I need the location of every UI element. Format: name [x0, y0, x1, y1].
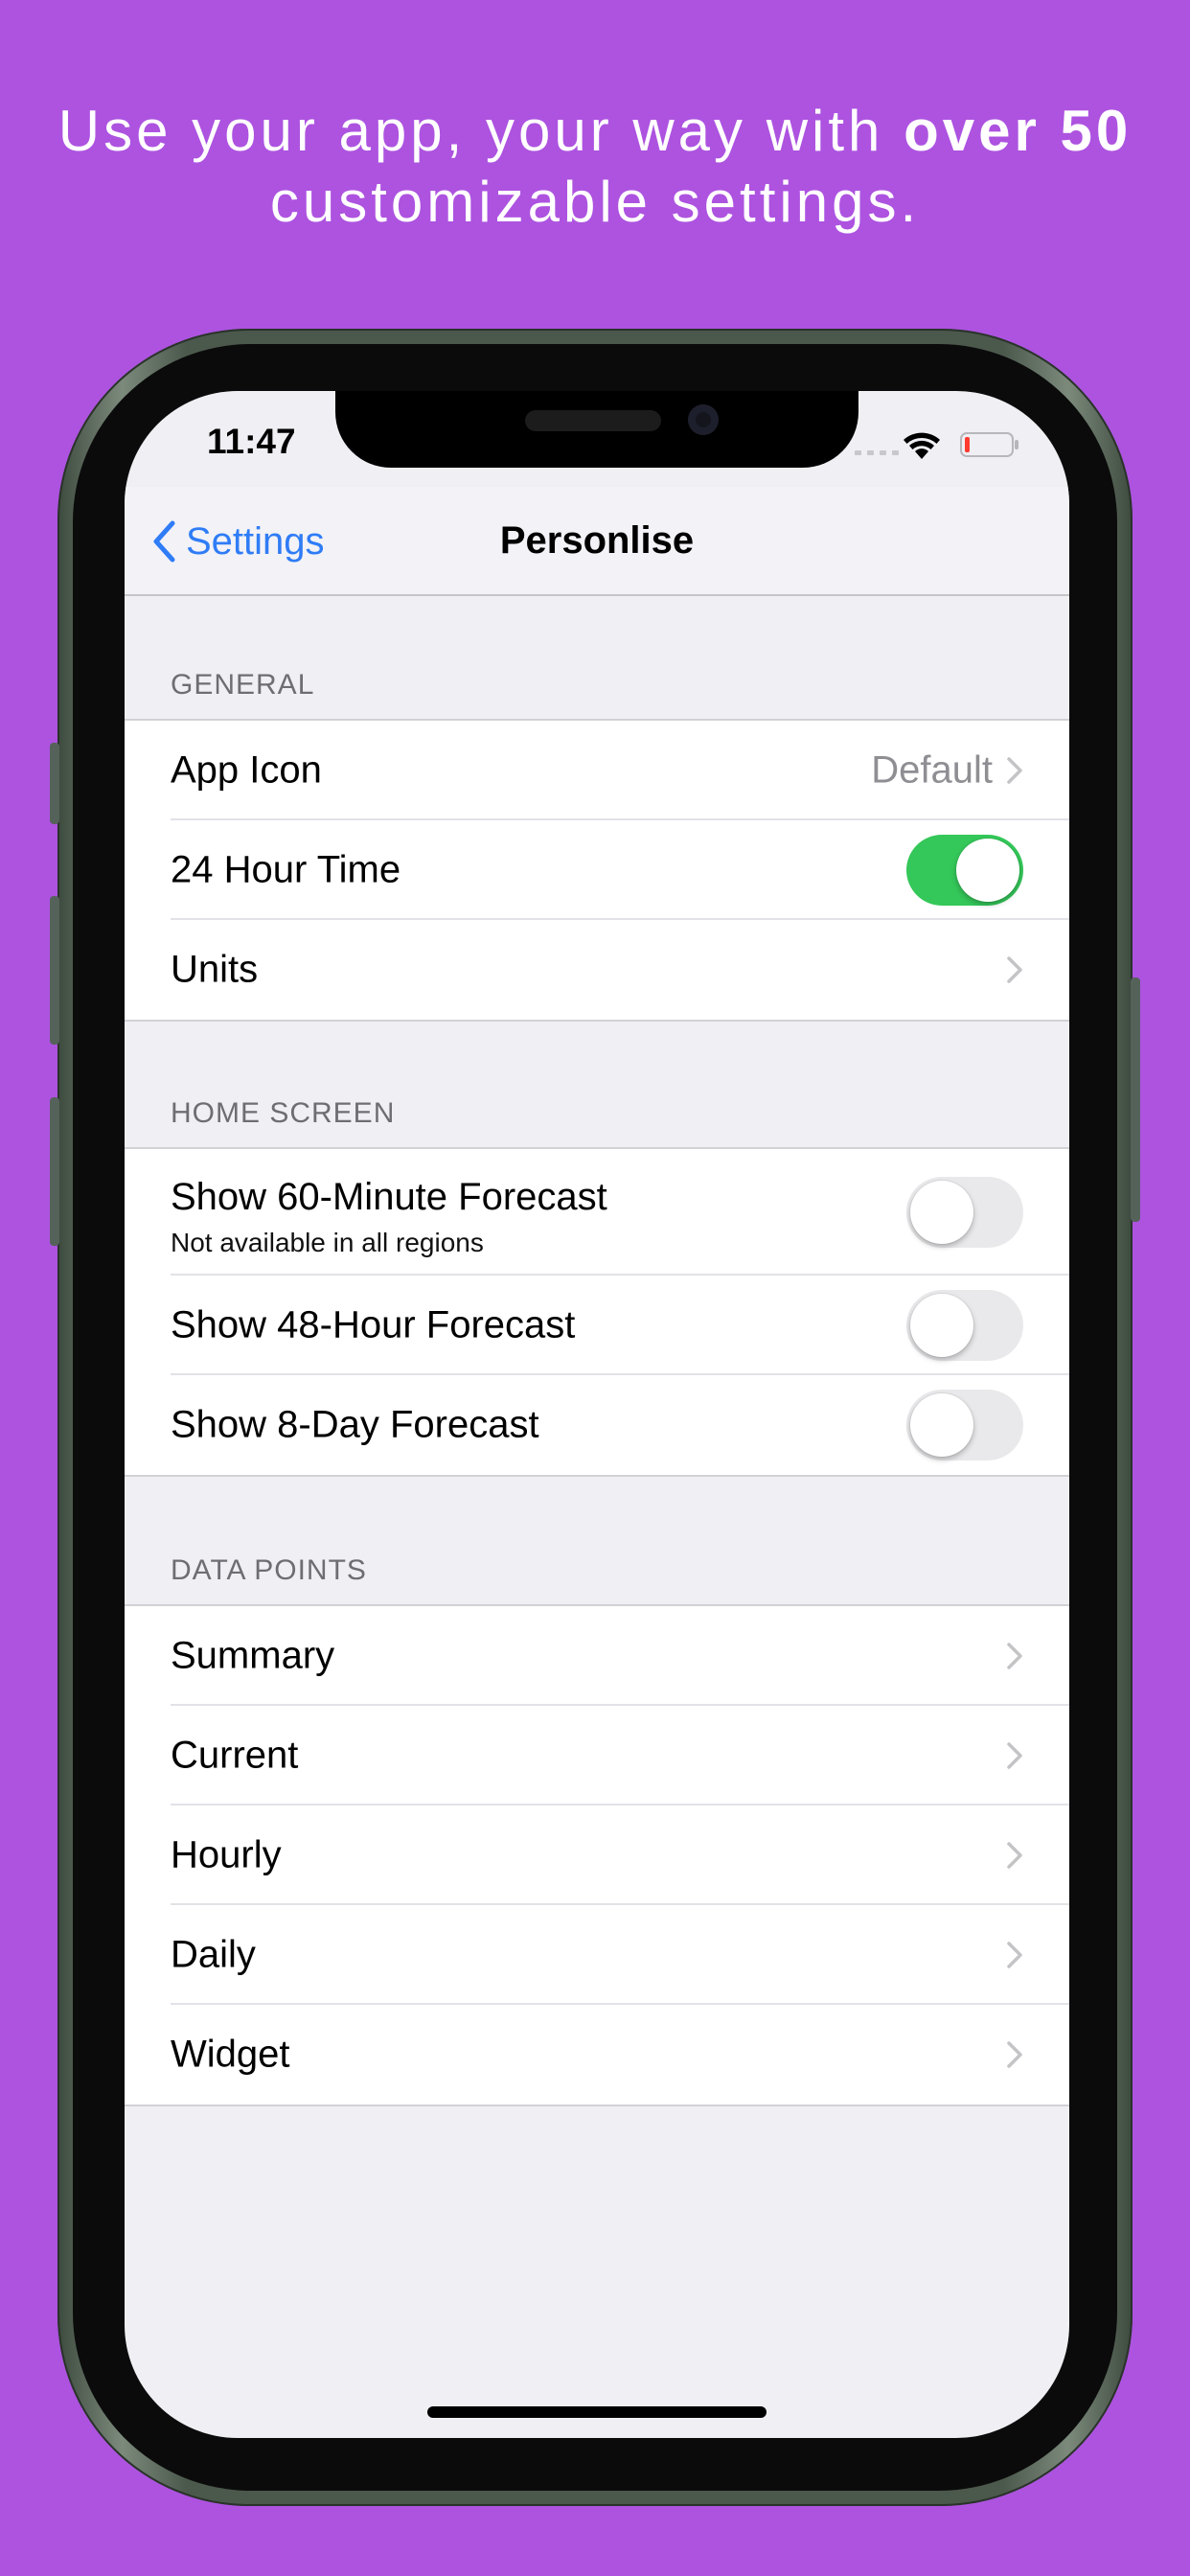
row-label: App Icon [171, 748, 322, 792]
row-current[interactable]: Current [125, 1706, 1069, 1806]
navigation-bar: Settings Personlise [125, 487, 1069, 596]
row-label: Hourly [171, 1833, 282, 1876]
chevron-right-icon [1007, 956, 1022, 983]
row-label: Show 8-Day Forecast [171, 1403, 539, 1446]
power-button [1131, 978, 1140, 1222]
row-8-day-forecast: Show 8-Day Forecast [125, 1375, 1069, 1475]
row-label: Current [171, 1734, 299, 1777]
row-48-hour-forecast: Show 48-Hour Forecast [125, 1276, 1069, 1375]
caption-bold: over 50 [904, 99, 1133, 163]
row-60-minute-forecast: Show 60-Minute Forecast Not available in… [125, 1149, 1069, 1276]
group-data-points: Summary Current Hourly Daily Widget [125, 1604, 1069, 2106]
phone-screen: 11:47 Settings Personlise GENERAL App Ic… [125, 391, 1069, 2438]
toggle-24-hour-time[interactable] [906, 835, 1023, 906]
toggle-8-day-forecast[interactable] [906, 1390, 1023, 1460]
volume-up-button [50, 896, 59, 1045]
group-general: App Icon Default 24 Hour Time Units [125, 719, 1069, 1022]
row-label: Widget [171, 2033, 290, 2076]
row-widget[interactable]: Widget [125, 2005, 1069, 2104]
row-summary[interactable]: Summary [125, 1606, 1069, 1706]
toggle-60-minute-forecast[interactable] [906, 1177, 1023, 1248]
chevron-right-icon [1007, 1742, 1022, 1769]
row-label: Show 48-Hour Forecast [171, 1303, 576, 1346]
section-header-home-screen: HOME SCREEN [171, 1097, 396, 1129]
row-app-icon[interactable]: App Icon Default [125, 721, 1069, 820]
row-hourly[interactable]: Hourly [125, 1806, 1069, 1905]
row-sublabel: Not available in all regions [171, 1228, 484, 1257]
wifi-icon [904, 432, 940, 459]
row-label: Daily [171, 1933, 256, 1976]
chevron-right-icon [1007, 1842, 1022, 1869]
row-units[interactable]: Units [125, 920, 1069, 1020]
caption-prefix: Use your app, your way with [57, 99, 904, 163]
front-camera [688, 404, 719, 435]
promo-caption: Use your app, your way with over 50 cust… [0, 96, 1190, 238]
battery-icon [960, 432, 1018, 457]
chevron-right-icon [1007, 1643, 1022, 1669]
row-value: Default [871, 748, 993, 792]
notch [335, 391, 858, 468]
chevron-right-icon [1007, 2041, 1022, 2068]
speaker-grille [525, 410, 661, 431]
toggle-48-hour-forecast[interactable] [906, 1290, 1023, 1361]
home-indicator[interactable] [427, 2406, 767, 2418]
row-label: Units [171, 948, 259, 991]
caption-suffix: customizable settings. [269, 170, 921, 234]
chevron-right-icon [1007, 1942, 1022, 1968]
row-label: Show 60-Minute Forecast [171, 1176, 607, 1218]
section-header-general: GENERAL [171, 669, 315, 701]
chevron-right-icon [1007, 757, 1022, 784]
row-label: 24 Hour Time [171, 848, 401, 891]
silent-switch [50, 743, 59, 824]
cellular-signal-icon [855, 450, 899, 455]
group-home-screen: Show 60-Minute Forecast Not available in… [125, 1147, 1069, 1477]
page-title: Personlise [499, 519, 695, 562]
row-24-hour-time: 24 Hour Time [125, 820, 1069, 920]
section-header-data-points: DATA POINTS [171, 1554, 367, 1586]
volume-down-button [50, 1097, 59, 1246]
row-daily[interactable]: Daily [125, 1905, 1069, 2005]
row-label: Summary [171, 1634, 335, 1677]
status-time: 11:47 [207, 422, 296, 461]
